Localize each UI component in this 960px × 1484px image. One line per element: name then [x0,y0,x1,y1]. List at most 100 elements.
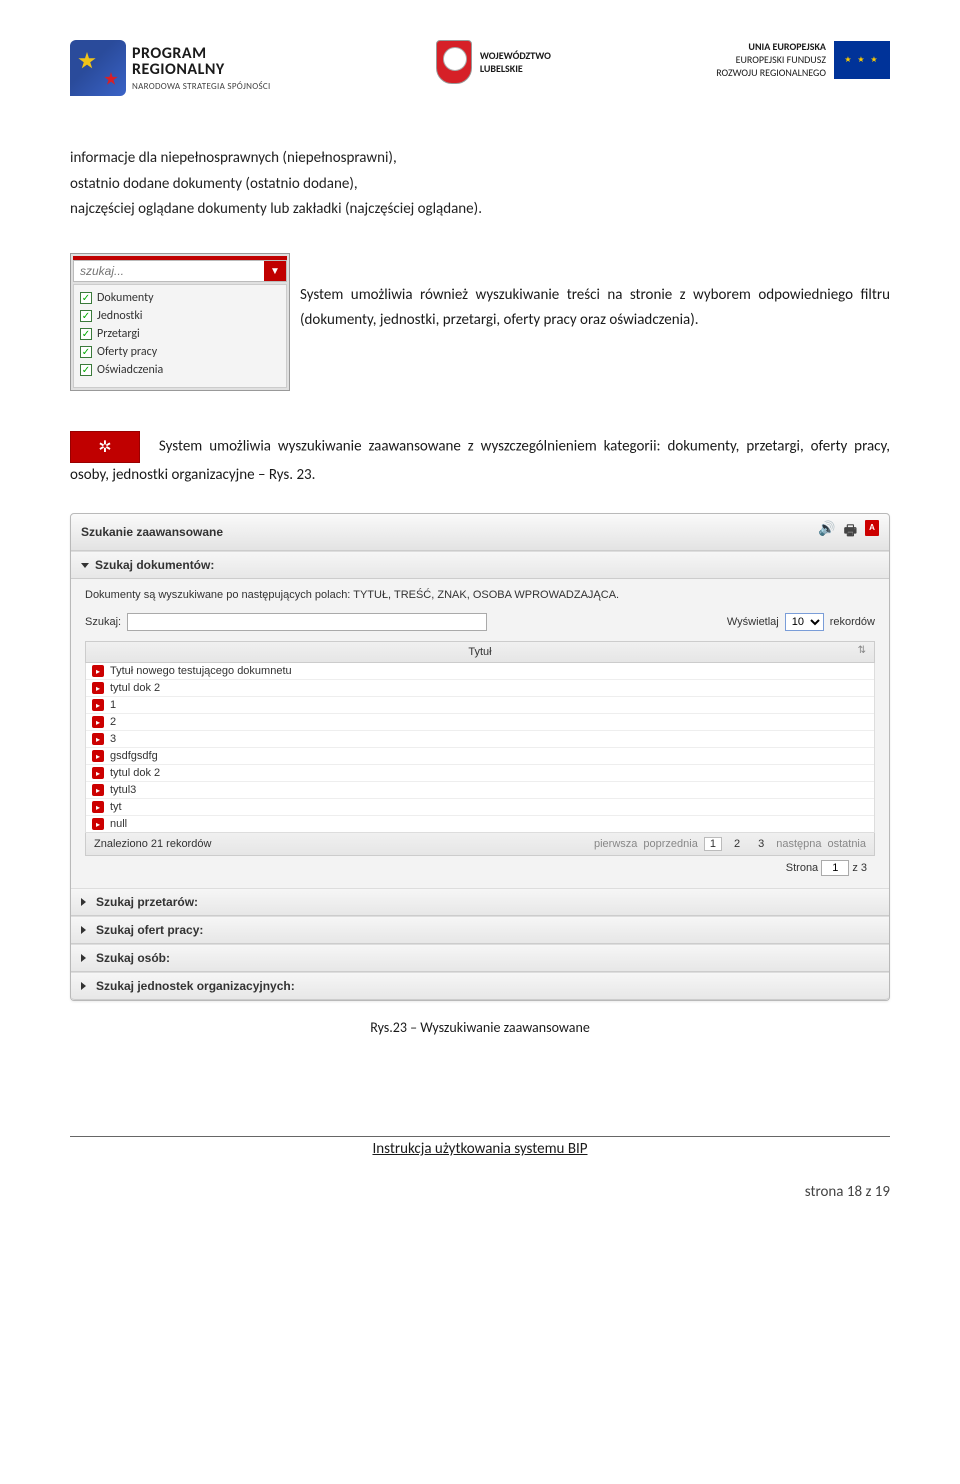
gear-icon[interactable]: ✲ [70,431,140,463]
filter-item-jednostki[interactable]: ✓ Jednostki [80,307,280,325]
records-suffix: rekordów [830,616,875,628]
filter-label: Oferty pracy [97,345,157,359]
checkbox-icon[interactable]: ✓ [80,346,92,358]
filter-label: Dokumenty [97,291,154,305]
page-label: Strona [786,862,818,874]
pdf-icon[interactable]: A [865,520,879,536]
chevron-down-icon [81,563,89,568]
result-title: tytul dok 2 [110,767,160,779]
checkbox-icon[interactable]: ✓ [80,328,92,340]
accordion-label: Szukaj ofert pracy: [96,923,203,937]
search-input[interactable] [74,261,264,281]
arrow-right-icon: ▸ [92,818,104,830]
accordion-przetary[interactable]: Szukaj przetarów: [71,888,889,916]
sort-icon[interactable]: ⇅ [858,645,866,656]
advanced-search-panel: Szukanie zaawansowane 🔊 🖶 A Szukaj dokum… [70,513,890,1001]
table-row[interactable]: ▸3 [86,731,874,748]
arrow-right-icon: ▸ [92,665,104,677]
logo-wojewodztwo: WOJEWÓDZTWO LUBELSKIE [436,40,551,84]
filter-item-oferty[interactable]: ✓ Oferty pracy [80,343,280,361]
documents-panel: Dokumenty są wyszukiwane po następującyc… [71,579,889,888]
result-title: Tytuł nowego testującego dokumnetu [110,665,292,677]
pr-title-2: REGIONALNY [132,60,271,79]
sound-icon[interactable]: 🔊 [818,520,835,544]
arrow-right-icon: ▸ [92,716,104,728]
accordion-label: Szukaj jednostek organizacyjnych: [96,979,295,993]
pager-last[interactable]: ostatnia [827,838,866,850]
accordion-ofert[interactable]: Szukaj ofert pracy: [71,916,889,944]
table-row[interactable]: ▸ tyt [86,799,874,816]
result-title: 2 [110,716,116,728]
table-row[interactable]: ▸1 [86,697,874,714]
filter-dropdown: ✓ Dokumenty ✓ Jednostki ✓ Przetargi ✓ Of… [73,284,287,388]
arrow-right-icon: ▸ [92,733,104,745]
advanced-search-intro: ✲ System umożliwia wyszukiwanie zaawanso… [70,431,890,489]
header-logos: PROGRAM REGIONALNY NARODOWA STRATEGIA SP… [70,40,890,96]
search-label: Szukaj: [85,616,121,628]
search-dropdown-button[interactable]: ▼ [264,261,286,281]
filter-item-oswiadczenia[interactable]: ✓ Oświadczenia [80,361,280,379]
print-icon[interactable]: 🖶 [844,520,857,544]
arrow-right-icon: ▸ [92,784,104,796]
wl-line2: LUBELSKIE [480,62,551,75]
logo-program-regionalny: PROGRAM REGIONALNY NARODOWA STRATEGIA SP… [70,40,271,96]
checkbox-icon[interactable]: ✓ [80,310,92,322]
found-count: Znaleziono 21 rekordów [94,838,211,850]
arrow-right-icon: ▸ [92,767,104,779]
pager-page-1[interactable]: 1 [704,837,722,851]
result-title: tytul dok 2 [110,682,160,694]
wl-line1: WOJEWÓDZTWO [480,49,551,62]
accordion-label: Szukaj dokumentów: [95,558,214,572]
table-row[interactable]: ▸ tytul dok 2 [86,765,874,782]
arrow-right-icon: ▸ [92,750,104,762]
checkbox-icon[interactable]: ✓ [80,364,92,376]
arrow-right-icon: ▸ [92,801,104,813]
table-row[interactable]: ▸tytul dok 2 [86,680,874,697]
table-row[interactable]: ▸gsdfgsdfg [86,748,874,765]
pr-subtitle: NARODOWA STRATEGIA SPÓJNOŚCI [132,81,271,92]
result-title: tytul3 [110,784,136,796]
result-title: 3 [110,733,116,745]
search-widget: ▼ ✓ Dokumenty ✓ Jednostki ✓ Przetargi ✓ … [70,253,290,391]
accordion-label: Szukaj przetarów: [96,895,198,909]
filter-label: Oświadczenia [97,363,163,377]
pager-first[interactable]: pierwsza [594,838,637,850]
pager-next[interactable]: następna [776,838,821,850]
page-input[interactable] [821,860,849,876]
search-description: System umożliwia również wyszukiwanie tr… [300,253,890,334]
pager-page-3[interactable]: 3 [752,837,770,851]
logo-eu: UNIA EUROPEJSKA EUROPEJSKI FUNDUSZ ROZWO… [716,40,890,79]
accordion-jednostek[interactable]: Szukaj jednostek organizacyjnych: [71,972,889,1000]
adv-title: Szukanie zaawansowane [81,525,223,539]
accordion-documents[interactable]: Szukaj dokumentów: [71,551,889,579]
accordion-label: Szukaj osób: [96,951,170,965]
chevron-right-icon [81,926,90,934]
records-select[interactable]: 10 [785,613,824,631]
shield-icon [436,40,472,84]
table-row[interactable]: ▸ tytul3 [86,782,874,799]
eu-line2: EUROPEJSKI FUNDUSZ [716,53,826,66]
result-list: ▸Tytuł nowego testującego dokumnetu▸tytu… [85,663,875,833]
footer-title: Instrukcja użytkowania systemu BIP [70,1137,890,1158]
accordion-osob[interactable]: Szukaj osób: [71,944,889,972]
intro-line-1: informacje dla niepełnosprawnych (niepeł… [70,146,890,172]
program-regionalny-icon [70,40,126,96]
adv-search-input[interactable] [127,613,487,631]
pager-prev[interactable]: poprzednia [643,838,697,850]
table-row[interactable]: ▸ Tytuł nowego testującego dokumnetu [86,663,874,680]
result-title: tyt [110,801,122,813]
checkbox-icon[interactable]: ✓ [80,292,92,304]
table-row[interactable]: ▸2 [86,714,874,731]
intro-line-3: najczęściej oglądane dokumenty lub zakła… [70,197,890,223]
gear-text: System umożliwia wyszukiwanie zaawansowa… [70,437,890,483]
panel-description: Dokumenty są wyszukiwane po następującyc… [85,589,875,601]
result-title: 1 [110,699,116,711]
table-row[interactable]: ▸null [86,816,874,832]
filter-label: Jednostki [97,309,143,323]
footer-page: strona 18 z 19 [70,1183,890,1201]
table-header-title[interactable]: Tytuł ⇅ [85,641,875,663]
filter-item-dokumenty[interactable]: ✓ Dokumenty [80,289,280,307]
filter-item-przetargi[interactable]: ✓ Przetargi [80,325,280,343]
pager-page-2[interactable]: 2 [728,837,746,851]
chevron-right-icon [81,982,90,990]
